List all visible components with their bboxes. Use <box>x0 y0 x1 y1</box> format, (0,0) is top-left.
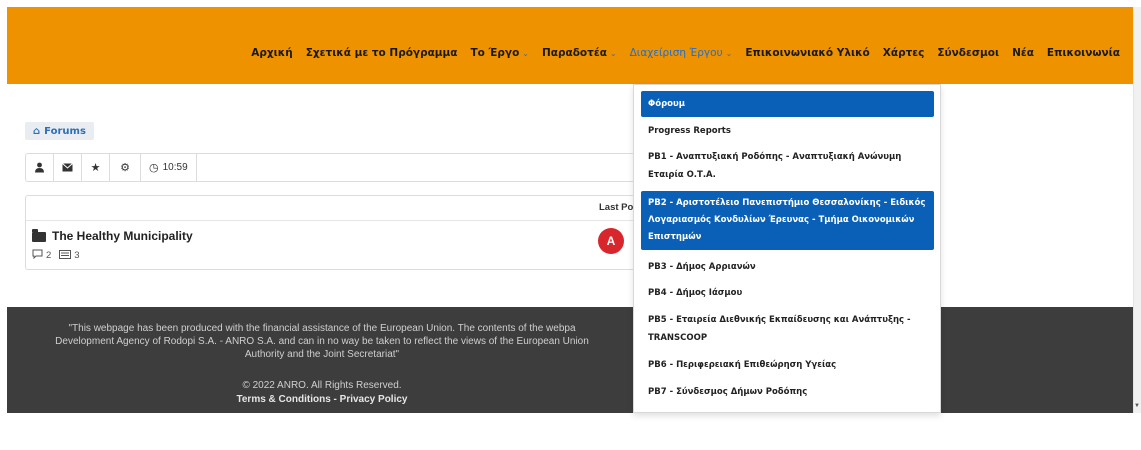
user-icon[interactable] <box>26 154 54 181</box>
disclaimer-line: Authority and the Joint Secretariat" <box>244 349 400 360</box>
page: Αρχική Σχετικά με το Πρόγραμμα Το Έργο ⌄ … <box>0 0 1141 450</box>
forum-title: The Healthy Municipality <box>52 229 193 243</box>
forum-stats: 2 3 <box>32 249 193 262</box>
footer-links: Terms & Conditions - Privacy Policy <box>7 394 637 405</box>
breadcrumb-label: Forums <box>44 125 86 137</box>
posts-icon <box>59 249 72 262</box>
site-header: Αρχική Σχετικά με το Πρόγραμμα Το Έργο ⌄ … <box>7 7 1133 84</box>
nav-item-project-management[interactable]: Διαχείριση Έργου ⌄ <box>630 47 733 59</box>
window-frame-top <box>0 0 1141 7</box>
page-bottom-area <box>0 413 1141 450</box>
current-time: ◷ 10:59 <box>141 154 197 181</box>
posts-count: 3 <box>74 250 80 261</box>
dropdown-item-pb5[interactable]: PB5 - Εταιρεία Διεθνικής Εκπαίδευσης και… <box>641 311 934 347</box>
dropdown-item-pb7[interactable]: PB7 - Σύνδεσμος Δήμων Ροδόπης <box>641 383 934 401</box>
nav-item-home[interactable]: Αρχική <box>251 47 292 59</box>
nav-item-about[interactable]: Σχετικά με το Πρόγραμμα <box>306 47 458 59</box>
nav-item-project[interactable]: Το Έργο ⌄ <box>470 47 529 59</box>
avatar[interactable]: A <box>598 228 624 254</box>
clock-icon: ◷ <box>149 162 159 174</box>
link-separator: - <box>330 394 340 405</box>
breadcrumb-forums[interactable]: ⌂ Forums <box>25 122 94 140</box>
dropdown-item-forum[interactable]: Φόρουμ <box>641 91 934 117</box>
dropdown-item-pb3[interactable]: PB3 - Δήμος Αρριανών <box>641 258 934 276</box>
nav-item-contact[interactable]: Επικοινωνία <box>1047 47 1120 59</box>
disclaimer-line: "This webpage has been produced with the… <box>68 323 576 334</box>
folder-icon <box>32 229 46 242</box>
nav-item-deliverables[interactable]: Παραδοτέα ⌄ <box>542 47 617 59</box>
project-management-dropdown: Φόρουμ Progress Reports PB1 - Αναπτυξιακ… <box>633 84 941 413</box>
disclaimer-line: Development Agency of Rodopi S.A. - ANRO… <box>55 336 589 347</box>
nav-item-communication-material[interactable]: Επικοινωνιακό Υλικό <box>745 47 869 59</box>
eu-disclaimer: "This webpage has been produced with the… <box>7 322 637 361</box>
dropdown-item-pb6[interactable]: PB6 - Περιφερειακή Επιθεώρηση Υγείας <box>641 356 934 374</box>
chevron-down-icon: ⌄ <box>609 49 617 58</box>
time-value: 10:59 <box>162 162 188 173</box>
topics-icon <box>32 249 43 262</box>
chevron-down-icon: ⌄ <box>522 49 529 58</box>
window-frame-left <box>0 0 7 450</box>
gears-icon[interactable]: ⚙ <box>110 154 141 181</box>
main-nav: Αρχική Σχετικά με το Πρόγραμμα Το Έργο ⌄ … <box>251 43 1133 63</box>
privacy-link[interactable]: Privacy Policy <box>340 394 408 405</box>
star-icon[interactable]: ★ <box>82 154 110 181</box>
forum-toolbar: ★ ⚙ ◷ 10:59 <box>25 153 635 182</box>
nav-item-links[interactable]: Σύνδεσμοι <box>937 47 999 59</box>
dropdown-item-pb1[interactable]: PB1 - Αναπτυξιακή Ροδόπης - Αναπτυξιακή … <box>641 148 934 184</box>
topics-count: 2 <box>46 250 52 261</box>
nav-item-maps[interactable]: Χάρτες <box>883 47 925 59</box>
nav-item-news[interactable]: Νέα <box>1012 47 1034 59</box>
page-scrollbar[interactable] <box>1133 7 1141 413</box>
envelope-icon[interactable] <box>54 154 82 181</box>
dropdown-item-progress-reports[interactable]: Progress Reports <box>641 122 934 140</box>
site-footer: "This webpage has been produced with the… <box>7 307 1133 413</box>
terms-link[interactable]: Terms & Conditions <box>237 394 331 405</box>
forum-list-header: Last Pos <box>26 196 639 221</box>
forum-row: The Healthy Municipality 2 3 <box>32 229 193 262</box>
dropdown-item-pb4[interactable]: PB4 - Δήμος Ιάσμου <box>641 284 934 302</box>
home-icon: ⌂ <box>33 125 41 137</box>
dropdown-item-pb2[interactable]: PB2 - Αριστοτέλειο Πανεπιστήμιο Θεσσαλον… <box>641 191 934 250</box>
forum-list: Last Pos The Healthy Municipality 2 3 <box>25 195 639 270</box>
copyright-text: © 2022 ANRO. All Rights Reserved. <box>242 380 402 391</box>
scroll-down-arrow-icon[interactable]: ▼ <box>1133 400 1141 413</box>
chevron-down-icon: ⌄ <box>725 49 733 58</box>
forum-title-link[interactable]: The Healthy Municipality <box>32 229 193 243</box>
